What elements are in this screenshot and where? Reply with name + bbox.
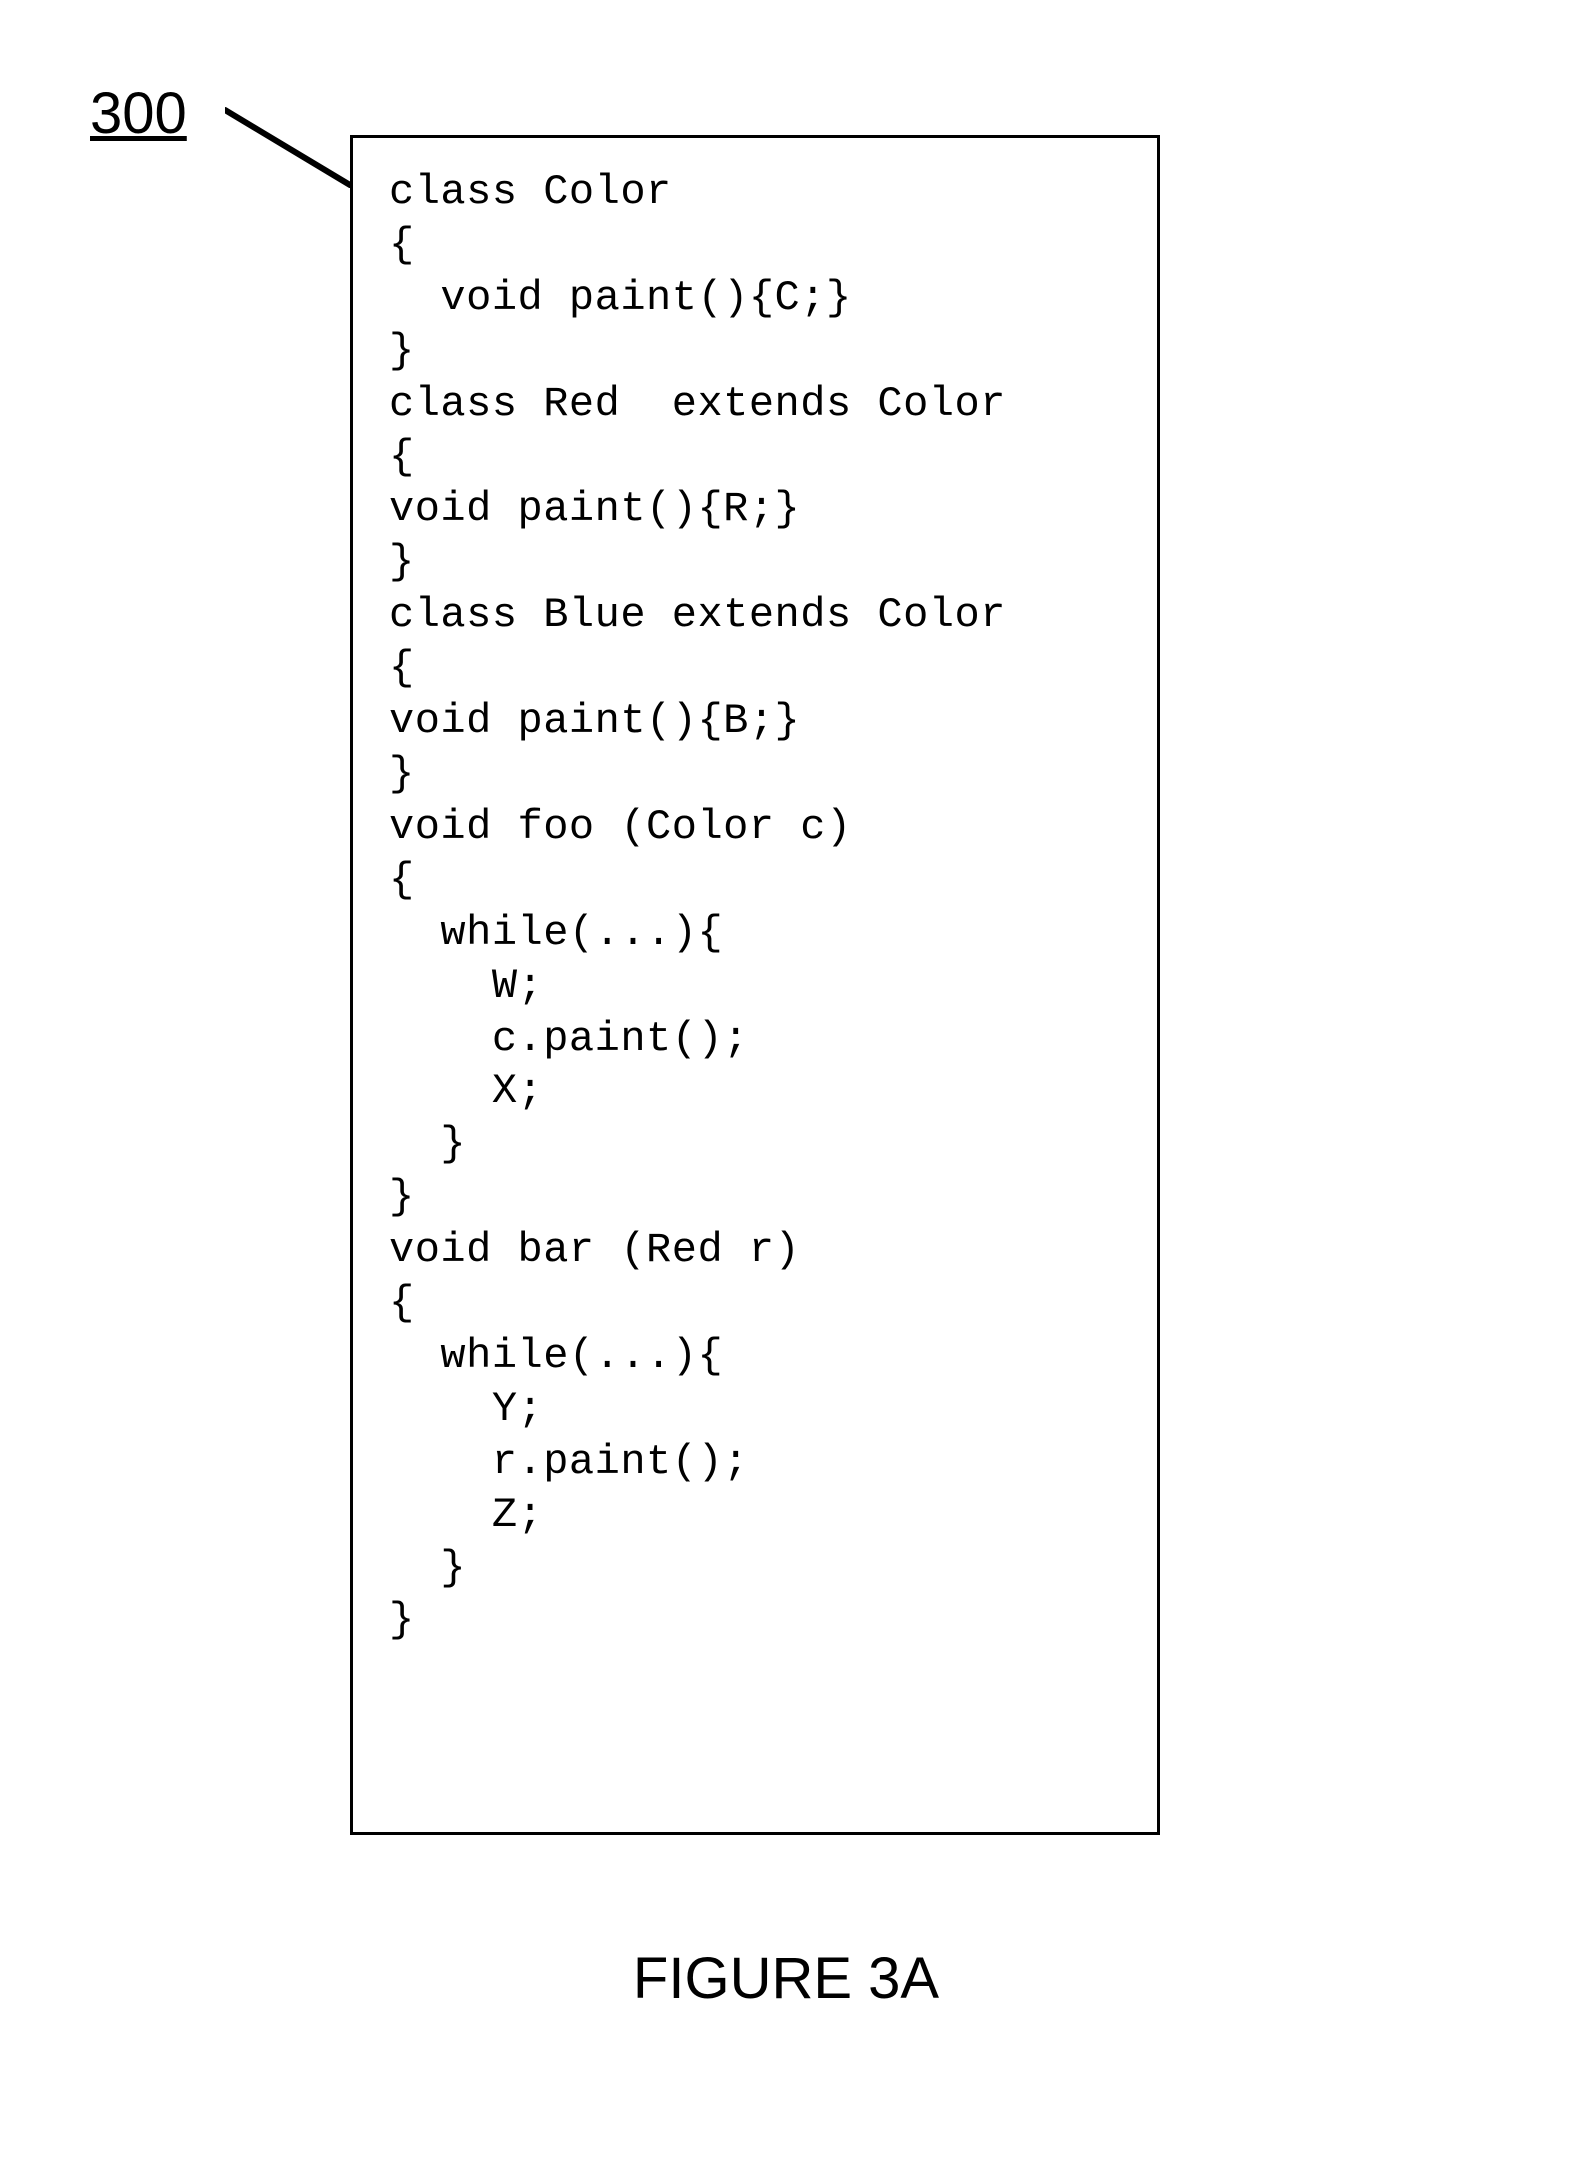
figure-caption: FIGURE 3A (0, 1945, 1572, 2012)
figure-number-label: 300 (90, 80, 187, 147)
code-listing-box: class Color { void paint(){C;} } class R… (350, 135, 1160, 1835)
code-listing-text: class Color { void paint(){C;} } class R… (389, 166, 1121, 1647)
leader-line (225, 100, 365, 200)
